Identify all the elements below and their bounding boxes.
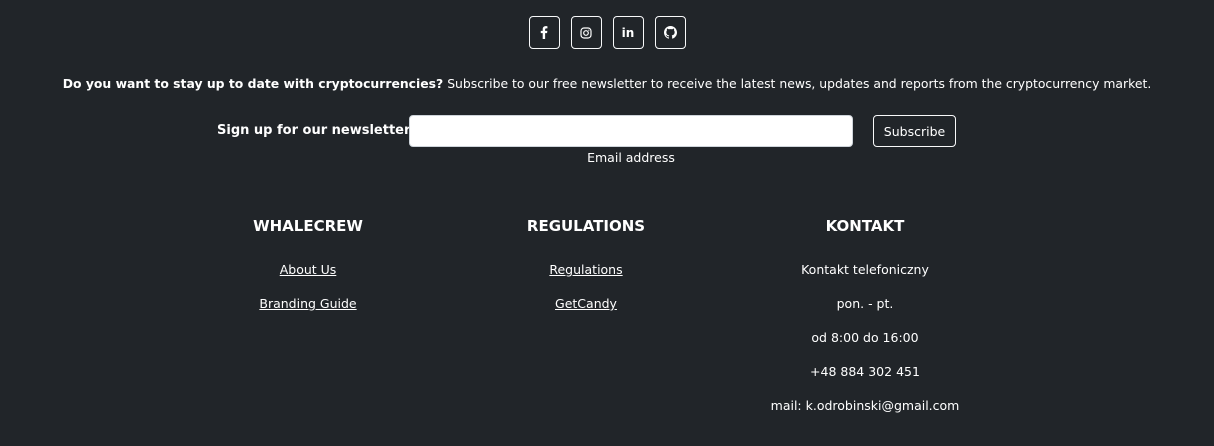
list-item: Regulations xyxy=(466,262,706,296)
regulations-link[interactable]: Regulations xyxy=(549,262,622,277)
regulations-column: REGULATIONS Regulations GetCandy xyxy=(466,216,706,330)
facebook-button[interactable] xyxy=(528,16,560,49)
kontakt-column: KONTAKT Kontakt telefoniczny pon. - pt. … xyxy=(745,216,985,432)
social-links: in xyxy=(0,16,1214,49)
email-help-text: Email address xyxy=(587,150,675,165)
contact-phone-number: +48 884 302 451 xyxy=(810,364,920,379)
contact-email: mail: k.odrobinski@gmail.com xyxy=(770,398,960,413)
github-icon xyxy=(663,26,677,39)
promo-lead: Do you want to stay up to date with cryp… xyxy=(62,76,444,91)
promo-text: Subscribe to our free newsletter to rece… xyxy=(443,76,1152,91)
newsletter-label: Sign up for our newsletter xyxy=(217,123,411,138)
list-item: GetCandy xyxy=(466,296,706,330)
regulations-links: Regulations GetCandy xyxy=(466,262,706,330)
about-us-link[interactable]: About Us xyxy=(280,262,337,277)
subscribe-button[interactable]: Subscribe xyxy=(873,115,956,147)
facebook-icon xyxy=(540,26,548,39)
contact-days: pon. - pt. xyxy=(836,296,894,311)
email-input[interactable] xyxy=(409,115,853,147)
contact-hours: od 8:00 do 16:00 xyxy=(811,330,919,345)
whalecrew-heading: WHALECREW xyxy=(253,217,363,235)
linkedin-button[interactable]: in xyxy=(612,16,644,49)
contact-phone-label: Kontakt telefoniczny xyxy=(801,262,929,277)
whalecrew-column: WHALECREW About Us Branding Guide xyxy=(188,216,428,330)
kontakt-heading: KONTAKT xyxy=(825,217,905,235)
kontakt-lines: Kontakt telefoniczny pon. - pt. od 8:00 … xyxy=(745,262,985,432)
whalecrew-links: About Us Branding Guide xyxy=(188,262,428,330)
branding-guide-link[interactable]: Branding Guide xyxy=(259,296,356,311)
instagram-button[interactable] xyxy=(570,16,602,49)
github-button[interactable] xyxy=(654,16,686,49)
list-item: Branding Guide xyxy=(188,296,428,330)
instagram-icon xyxy=(580,26,592,39)
regulations-heading: REGULATIONS xyxy=(526,217,646,235)
getcandy-link[interactable]: GetCandy xyxy=(555,296,617,311)
list-item: About Us xyxy=(188,262,428,296)
newsletter-promo: Do you want to stay up to date with cryp… xyxy=(0,76,1214,92)
linkedin-icon: in xyxy=(621,25,635,40)
